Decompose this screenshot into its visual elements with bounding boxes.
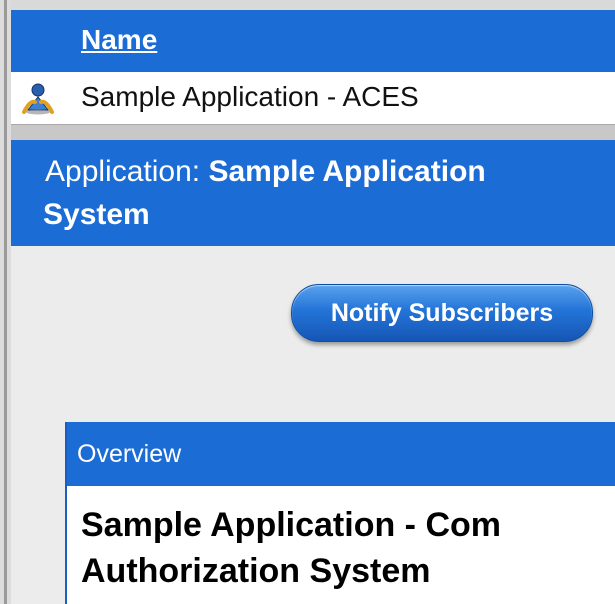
content-area: Notify Subscribers Overview Sample Appli…: [11, 246, 615, 604]
column-header-name[interactable]: Name: [81, 24, 157, 56]
user-icon: [21, 82, 55, 116]
overview-title-line1: Sample Application - Com: [81, 506, 502, 544]
overview-panel: Overview Sample Application - Com Author…: [65, 422, 615, 604]
notify-subscribers-button[interactable]: Notify Subscribers: [291, 284, 593, 342]
overview-header-label: Overview: [77, 440, 182, 468]
overview-header: Overview: [67, 422, 615, 486]
row-application-name[interactable]: Sample Application - ACES: [81, 81, 419, 113]
overview-title-line2: Authorization System: [81, 552, 431, 590]
application-label: Application:: [45, 155, 201, 188]
application-name: Sample Application: [208, 155, 486, 188]
left-border: [0, 0, 11, 604]
row-separator: [11, 124, 615, 141]
top-strip: [11, 0, 615, 10]
table-row[interactable]: Sample Application - ACES: [11, 72, 615, 124]
table-header: Name: [11, 10, 615, 72]
application-header: Application: Sample Application System: [11, 140, 615, 246]
application-name-line2: System: [43, 198, 150, 231]
notify-subscribers-label: Notify Subscribers: [330, 298, 554, 327]
overview-title: Sample Application - Com Authorization S…: [81, 502, 615, 594]
